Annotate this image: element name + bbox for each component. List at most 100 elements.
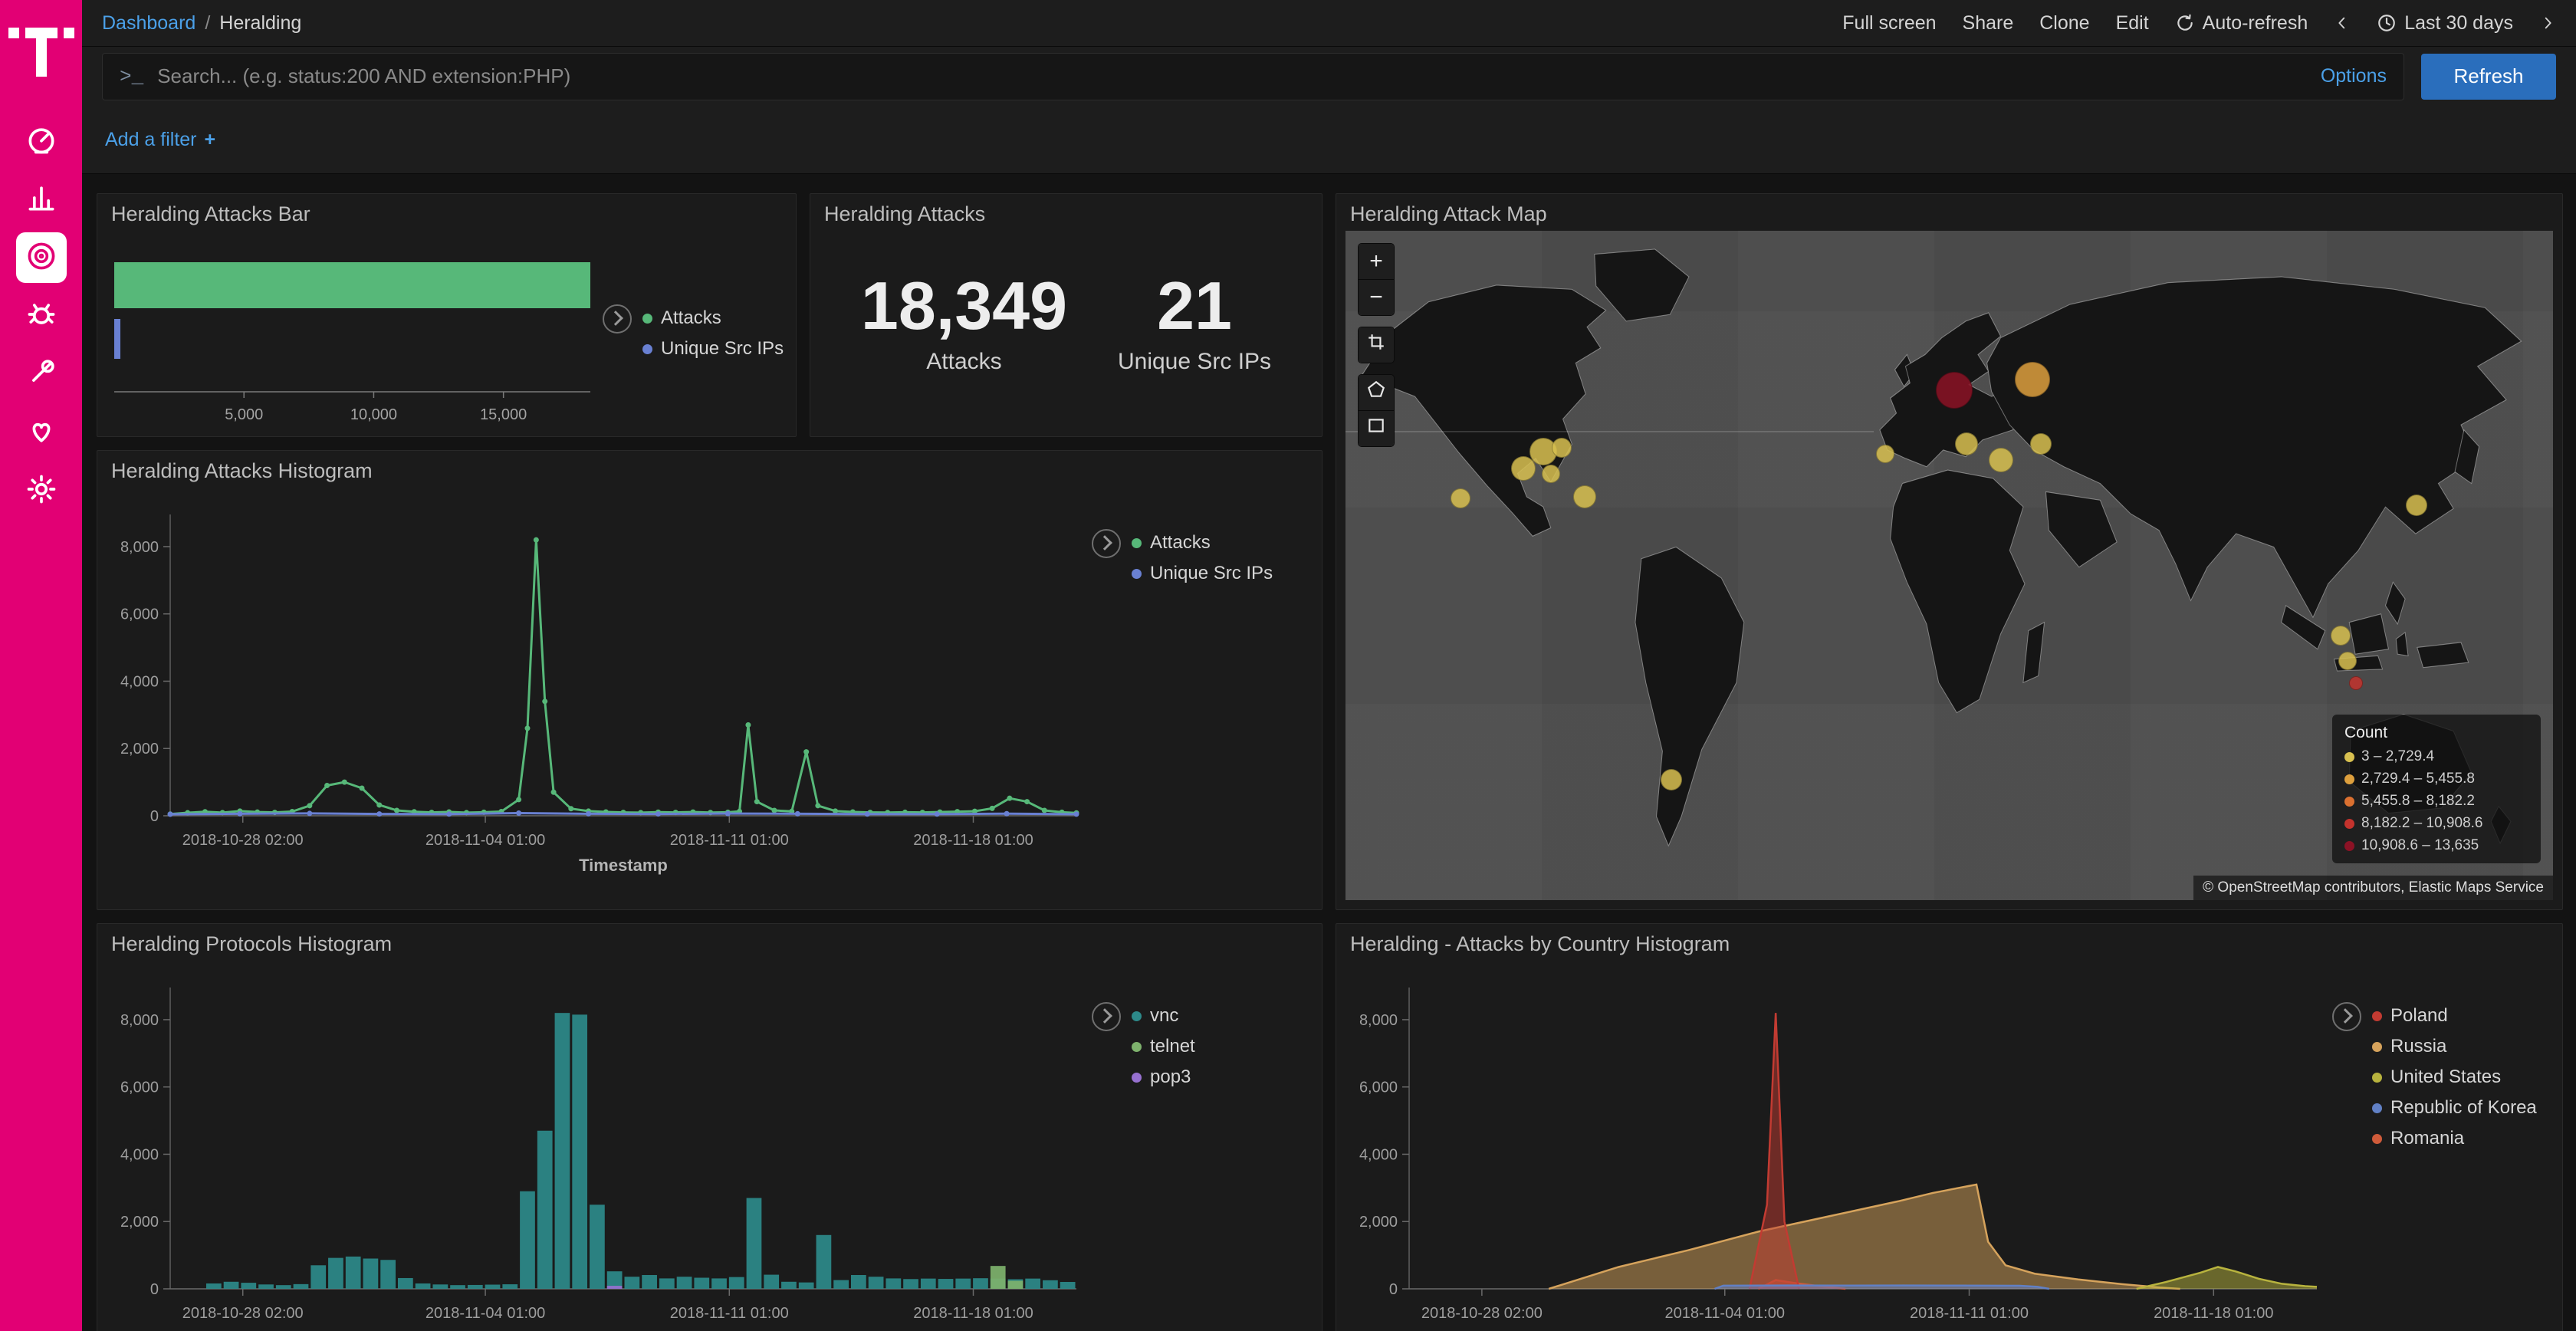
telekom-logo xyxy=(7,17,76,86)
map-marker[interactable] xyxy=(1936,372,1973,409)
map-legend-label: 5,455.8 – 8,182.2 xyxy=(2361,793,2475,810)
legend-item[interactable]: Romania xyxy=(2372,1128,2537,1149)
auto-refresh-button[interactable]: Auto-refresh xyxy=(2175,12,2308,35)
map-marker[interactable] xyxy=(1955,432,1978,455)
breadcrumb-dashboard-link[interactable]: Dashboard xyxy=(102,12,196,35)
sidebar-item-health[interactable] xyxy=(16,407,67,458)
sidebar-item-security-active[interactable] xyxy=(16,232,67,283)
refresh-button[interactable]: Refresh xyxy=(2421,54,2556,100)
bug-icon xyxy=(25,297,58,335)
map-marker[interactable] xyxy=(1511,456,1536,481)
query-options-link[interactable]: Options xyxy=(2321,65,2387,87)
time-back-button[interactable] xyxy=(2334,13,2351,33)
full-screen-button[interactable]: Full screen xyxy=(1842,12,1936,35)
attacks-histogram-chart: 02,0004,0006,0008,0002018-10-28 02:00201… xyxy=(97,488,1092,910)
legend-toggle-icon[interactable] xyxy=(2332,1002,2361,1031)
svg-text:0: 0 xyxy=(150,1281,159,1298)
legend-toggle-icon[interactable] xyxy=(1092,1002,1121,1031)
terminal-prompt-icon: >_ xyxy=(120,65,143,88)
map-marker[interactable] xyxy=(1989,448,2013,472)
main-area: Dashboard / Heralding Full screen Share … xyxy=(82,0,2576,1331)
legend-item[interactable]: Attacks xyxy=(642,307,784,329)
svg-text:8,000: 8,000 xyxy=(120,539,159,556)
map-legend-item: 3 – 2,729.4 xyxy=(2344,748,2528,765)
map-marker[interactable] xyxy=(2030,433,2052,455)
time-range-picker[interactable]: Last 30 days xyxy=(2377,12,2513,35)
chevron-left-icon xyxy=(2334,13,2351,33)
legend-label: Unique Src IPs xyxy=(661,338,784,360)
legend-label: Republic of Korea xyxy=(2390,1097,2537,1119)
svg-text:8,000: 8,000 xyxy=(1359,1012,1398,1029)
map-marker[interactable] xyxy=(1573,485,1596,508)
svg-text:4,000: 4,000 xyxy=(120,1146,159,1163)
sidebar-item-tools[interactable] xyxy=(16,349,67,399)
svg-text:2,000: 2,000 xyxy=(120,741,159,758)
map-marker[interactable] xyxy=(2338,652,2357,670)
sidebar-item-honeypot[interactable] xyxy=(16,291,67,341)
gear-icon xyxy=(25,472,58,510)
legend-item[interactable]: pop3 xyxy=(1132,1066,1195,1088)
legend-item[interactable]: Unique Src IPs xyxy=(642,338,784,360)
chart-legend: Poland Russia United States Republic of Kor… xyxy=(2332,961,2562,1331)
legend-item[interactable]: United States xyxy=(2372,1066,2537,1088)
svg-text:2018-10-28 02:00: 2018-10-28 02:00 xyxy=(182,832,304,849)
edit-button[interactable]: Edit xyxy=(2116,12,2149,35)
map-rectangle-filter-button[interactable] xyxy=(1359,411,1394,446)
legend-color-dot xyxy=(1132,1011,1142,1021)
legend-item[interactable]: Unique Src IPs xyxy=(1132,563,1273,584)
metric-unique-src-ips: 21 Unique Src IPs xyxy=(1118,272,1271,375)
refresh-cycle-icon xyxy=(2175,13,2195,33)
map-zoom-in-button[interactable]: + xyxy=(1359,244,1394,280)
legend-toggle-icon[interactable] xyxy=(603,304,632,334)
map-marker[interactable] xyxy=(1661,769,1682,790)
map-marker[interactable] xyxy=(1542,465,1560,483)
breadcrumb-separator: / xyxy=(205,12,210,35)
legend-item[interactable]: vnc xyxy=(1132,1005,1195,1027)
svg-text:5,000: 5,000 xyxy=(225,406,263,423)
svg-text:4,000: 4,000 xyxy=(1359,1146,1398,1163)
legend-item[interactable]: Republic of Korea xyxy=(2372,1097,2537,1119)
legend-color-dot xyxy=(2372,1011,2382,1021)
time-forward-button[interactable] xyxy=(2539,13,2556,33)
map-polygon-filter-button[interactable] xyxy=(1359,375,1394,411)
map-zoom-out-button[interactable]: − xyxy=(1359,280,1394,315)
svg-text:8,000: 8,000 xyxy=(120,1012,159,1029)
legend-color-dot xyxy=(1132,1042,1142,1052)
legend-item[interactable]: Russia xyxy=(2372,1036,2537,1057)
map-marker[interactable] xyxy=(2349,676,2363,690)
sidebar-item-dashboard[interactable] xyxy=(16,116,67,166)
map-legend-color-dot xyxy=(2344,841,2354,851)
legend-color-dot xyxy=(642,344,652,354)
svg-text:2018-11-04 01:00: 2018-11-04 01:00 xyxy=(426,1305,545,1322)
map-marker[interactable] xyxy=(1552,438,1572,458)
legend-label: Unique Src IPs xyxy=(1150,563,1273,584)
legend-item[interactable]: Attacks xyxy=(1132,532,1273,554)
map-marker[interactable] xyxy=(1451,488,1470,508)
metric-label: Unique Src IPs xyxy=(1118,349,1271,375)
legend-item[interactable]: Poland xyxy=(2372,1005,2537,1027)
sidebar-item-analytics[interactable] xyxy=(16,174,67,225)
svg-text:2018-11-04 01:00: 2018-11-04 01:00 xyxy=(426,832,545,849)
map-crop-button[interactable] xyxy=(1359,327,1394,363)
map-marker[interactable] xyxy=(1876,445,1894,463)
clone-button[interactable]: Clone xyxy=(2039,12,2089,35)
legend-toggle-icon[interactable] xyxy=(1092,529,1121,558)
world-map[interactable]: + − xyxy=(1346,231,2553,900)
legend-color-dot xyxy=(2372,1073,2382,1083)
map-marker[interactable] xyxy=(2015,362,2050,397)
map-legend-item: 10,908.6 – 13,635 xyxy=(2344,837,2528,854)
map-marker[interactable] xyxy=(2406,495,2427,516)
sidebar-item-settings[interactable] xyxy=(16,465,67,516)
map-legend: Count 3 – 2,729.42,729.4 – 5,455.85,455.… xyxy=(2332,715,2541,863)
add-filter-button[interactable]: Add a filter + xyxy=(105,129,215,151)
legend-label: telnet xyxy=(1150,1036,1195,1057)
svg-text:0: 0 xyxy=(150,808,159,825)
map-legend-label: 2,729.4 – 5,455.8 xyxy=(2361,771,2475,787)
map-marker[interactable] xyxy=(2331,626,2351,646)
search-input[interactable]: >_ Search... (e.g. status:200 AND extens… xyxy=(102,53,2404,100)
legend-item[interactable]: telnet xyxy=(1132,1036,1195,1057)
panel-title: Heralding Attacks Histogram xyxy=(97,451,1322,488)
panel-attack-map: Heralding Attack Map xyxy=(1336,193,2563,910)
share-button[interactable]: Share xyxy=(1963,12,2014,35)
search-placeholder: Search... (e.g. status:200 AND extension… xyxy=(157,64,2307,88)
